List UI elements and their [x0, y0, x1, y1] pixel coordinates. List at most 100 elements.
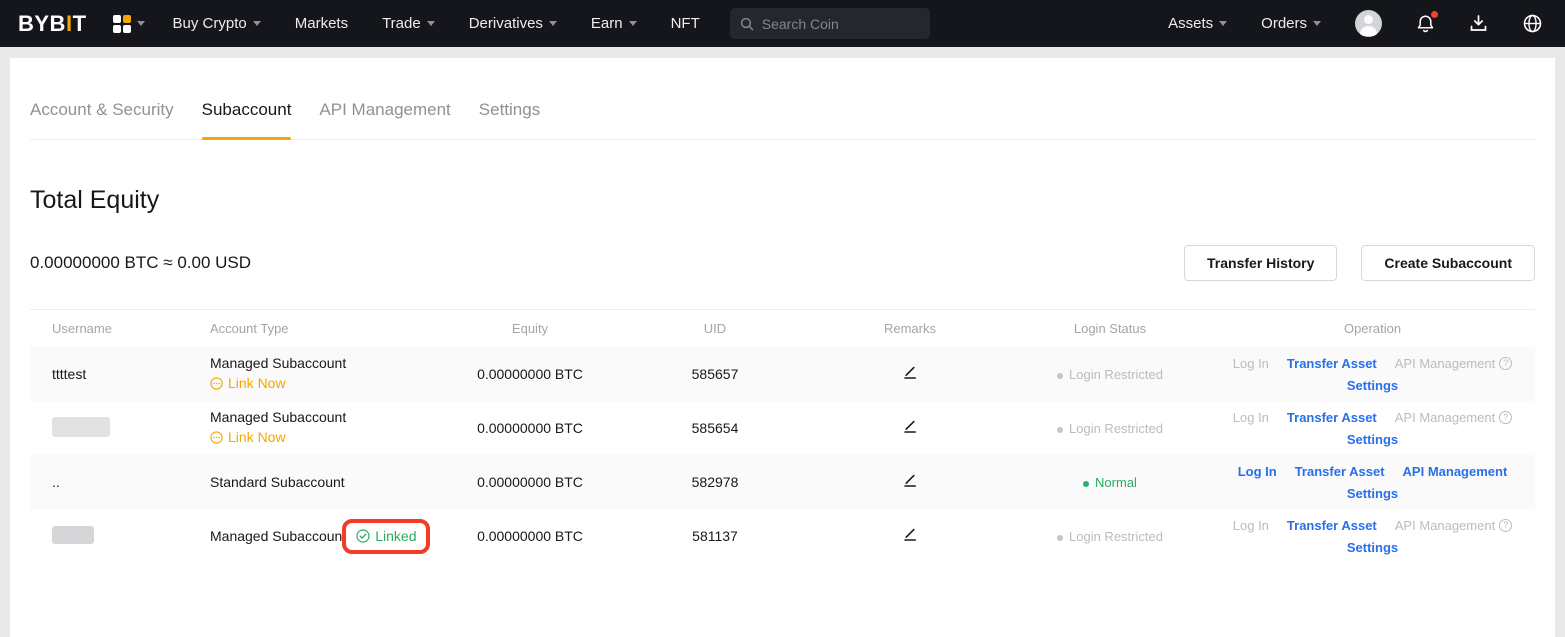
- account-type: Managed Subaccount Link Now: [210, 409, 440, 448]
- table-header: UsernameAccount TypeEquityUIDRemarksLogi…: [30, 310, 1535, 347]
- column-header: Account Type: [210, 321, 440, 336]
- bybit-logo[interactable]: BYBIT: [18, 11, 87, 37]
- ellipsis-circle-icon: [210, 431, 223, 444]
- edit-remark-icon[interactable]: [903, 366, 917, 380]
- equity-value: 0.00000000 BTC: [440, 528, 620, 544]
- redacted-username: [52, 417, 110, 437]
- chevron-down-icon: [1219, 21, 1227, 26]
- transfer-asset-link[interactable]: Transfer Asset: [1287, 518, 1377, 533]
- account-type: Managed Subaccount Linked: [210, 519, 440, 554]
- tab-api-management[interactable]: API Management: [319, 100, 450, 139]
- login-status: Login Restricted: [1057, 421, 1163, 436]
- equity-value: 0.00000000 BTC: [440, 366, 620, 382]
- status-dot-icon: [1057, 427, 1063, 433]
- settings-link[interactable]: Settings: [1347, 540, 1398, 555]
- create-subaccount-button[interactable]: Create Subaccount: [1361, 245, 1535, 281]
- annotation-highlight-box: Linked: [342, 519, 430, 554]
- nav-item-assets[interactable]: Assets: [1168, 15, 1227, 32]
- search-box[interactable]: [730, 8, 930, 39]
- help-icon: ?: [1499, 519, 1512, 532]
- remarks-cell: [810, 420, 1010, 437]
- column-header: Remarks: [810, 321, 1010, 336]
- avatar[interactable]: [1355, 10, 1382, 37]
- link-now-button[interactable]: Link Now: [210, 375, 286, 392]
- log-in-link[interactable]: Log In: [1238, 464, 1277, 479]
- log-in-link[interactable]: Log In: [1233, 410, 1269, 425]
- equity-value: 0.00000000 BTC: [440, 420, 620, 436]
- equity-value: 0.00000000 BTC: [440, 474, 620, 490]
- table-row: .. Standard Subaccount 0.00000000 BTC 58…: [30, 455, 1535, 509]
- settings-link[interactable]: Settings: [1347, 486, 1398, 501]
- nav-item-orders[interactable]: Orders: [1261, 15, 1321, 32]
- search-icon: [740, 17, 754, 31]
- download-icon: [1469, 14, 1488, 33]
- chevron-down-icon: [1313, 21, 1321, 26]
- tab-subaccount[interactable]: Subaccount: [202, 100, 292, 139]
- api-management-link[interactable]: API Management?: [1395, 518, 1512, 533]
- settings-link[interactable]: Settings: [1347, 378, 1398, 393]
- transfer-asset-link[interactable]: Transfer Asset: [1295, 464, 1385, 479]
- ellipsis-circle-icon: [210, 377, 223, 390]
- account-type: Managed Subaccount Link Now: [210, 355, 440, 394]
- globe-icon: [1522, 13, 1543, 34]
- column-header: Username: [30, 321, 210, 336]
- edit-remark-icon[interactable]: [903, 420, 917, 434]
- remarks-cell: [810, 366, 1010, 383]
- language-button[interactable]: [1522, 13, 1543, 34]
- edit-remark-icon[interactable]: [903, 474, 917, 488]
- status-dot-icon: [1083, 481, 1089, 487]
- edit-remark-icon[interactable]: [903, 528, 917, 542]
- navbar-right: Assets Orders: [1168, 10, 1543, 37]
- remarks-cell: [810, 528, 1010, 545]
- settings-link[interactable]: Settings: [1347, 432, 1398, 447]
- tab-account-security[interactable]: Account & Security: [30, 100, 174, 139]
- table-rows: ttttest Managed Subaccount Link Now 0.00…: [30, 347, 1535, 563]
- account-nav: Assets Orders: [1168, 15, 1321, 32]
- column-header: UID: [620, 321, 810, 336]
- transfer-asset-link[interactable]: Transfer Asset: [1287, 410, 1377, 425]
- login-status: Login Restricted: [1057, 367, 1163, 382]
- nav-item-earn[interactable]: Earn: [591, 15, 637, 32]
- uid-value: 585654: [620, 420, 810, 436]
- operations: Log In Transfer Asset API Management? Se…: [1210, 348, 1535, 401]
- subaccount-table: UsernameAccount TypeEquityUIDRemarksLogi…: [30, 309, 1535, 563]
- status-dot-icon: [1057, 373, 1063, 379]
- logo-text: BYB: [18, 11, 66, 37]
- download-app-button[interactable]: [1469, 14, 1488, 33]
- chevron-down-icon: [137, 21, 145, 26]
- account-type: Standard Subaccount: [210, 474, 440, 491]
- uid-value: 581137: [620, 528, 810, 544]
- api-management-link[interactable]: API Management: [1403, 464, 1508, 479]
- login-status: Normal: [1083, 475, 1137, 490]
- username: ..: [52, 474, 60, 490]
- log-in-link[interactable]: Log In: [1233, 518, 1269, 533]
- chevron-down-icon: [427, 21, 435, 26]
- link-now-button[interactable]: Link Now: [210, 429, 286, 446]
- transfer-asset-link[interactable]: Transfer Asset: [1287, 356, 1377, 371]
- tab-bar: Account & Security Subaccount API Manageme…: [30, 58, 1535, 140]
- subaccount-page: Account & Security Subaccount API Manageme…: [10, 58, 1555, 637]
- notifications-button[interactable]: [1416, 14, 1435, 34]
- transfer-history-button[interactable]: Transfer History: [1184, 245, 1337, 281]
- table-row: Managed Subaccount Link Now 0.00000000 B…: [30, 401, 1535, 455]
- log-in-link[interactable]: Log In: [1233, 356, 1269, 371]
- nav-item-nft[interactable]: NFT: [671, 15, 700, 32]
- api-management-link[interactable]: API Management?: [1395, 356, 1512, 371]
- column-header: Login Status: [1010, 321, 1210, 336]
- apps-menu-button[interactable]: [113, 15, 145, 33]
- table-row: ttttest Managed Subaccount Link Now 0.00…: [30, 347, 1535, 401]
- nav-item-derivatives[interactable]: Derivatives: [469, 15, 557, 32]
- api-management-link[interactable]: API Management?: [1395, 410, 1512, 425]
- uid-value: 582978: [620, 474, 810, 490]
- search-input[interactable]: [762, 16, 912, 32]
- remarks-cell: [810, 474, 1010, 491]
- chevron-down-icon: [629, 21, 637, 26]
- nav-item-trade[interactable]: Trade: [382, 15, 435, 32]
- page-title: Total Equity: [30, 186, 1535, 215]
- column-header: Equity: [440, 321, 620, 336]
- nav-item-buy-crypto[interactable]: Buy Crypto: [173, 15, 261, 32]
- nav-item-markets[interactable]: Markets: [295, 15, 348, 32]
- tab-settings[interactable]: Settings: [479, 100, 540, 139]
- chevron-down-icon: [253, 21, 261, 26]
- username: ttttest: [52, 366, 86, 382]
